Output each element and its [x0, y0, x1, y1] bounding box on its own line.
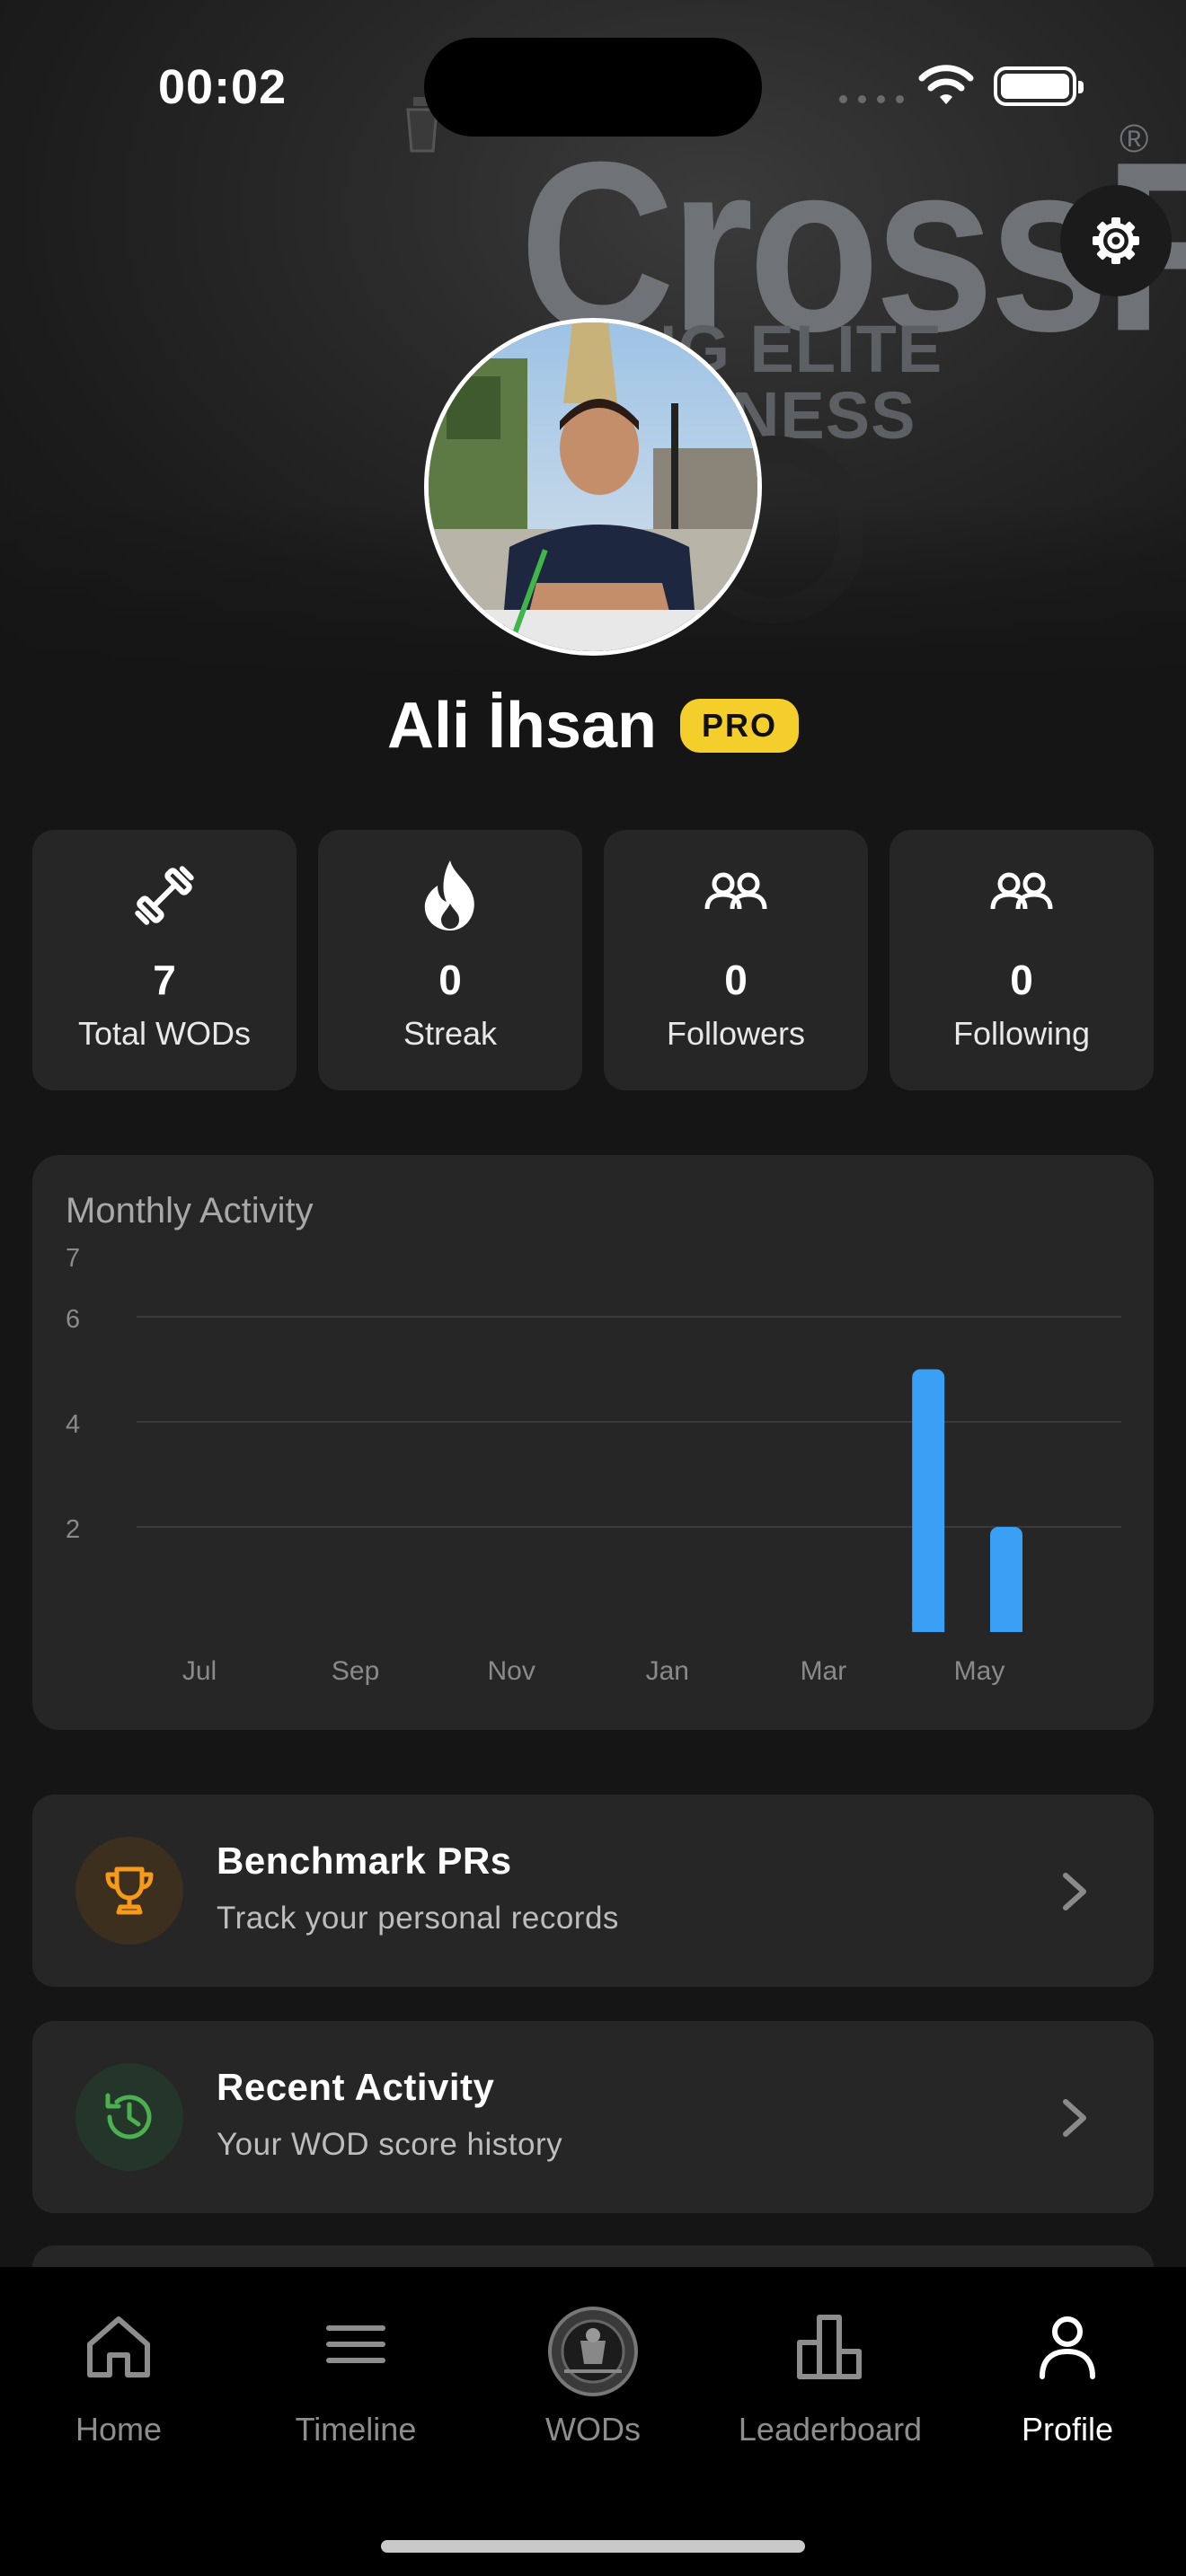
x-tick-label: Nov [488, 1656, 535, 1686]
x-tick-label: Mar [801, 1656, 847, 1686]
bottom-tab-bar: Home Timeline WODs Leaderboard Profile [0, 2267, 1186, 2576]
tab-label: Timeline [295, 2411, 417, 2448]
flame-icon [424, 860, 474, 931]
dynamic-island [424, 38, 762, 137]
stat-followers[interactable]: 0 Followers [604, 830, 868, 1090]
menu-title: Recent Activity [217, 2066, 495, 2108]
stat-label: Followers [666, 1015, 806, 1052]
profile-name-row: Ali İhsan PRO [0, 688, 1186, 763]
person-icon [1040, 2316, 1095, 2379]
stat-value: 0 [1010, 957, 1033, 1003]
trophy-icon [105, 1866, 154, 1915]
tab-wods[interactable]: WODs [474, 2267, 712, 2474]
activity-bar-base [912, 1623, 945, 1632]
battery-icon [994, 66, 1084, 106]
x-tick-label: Sep [332, 1656, 379, 1686]
menu-icon-circle [75, 2063, 183, 2171]
chevron-right-icon [1063, 1873, 1086, 1910]
dumbbell-icon [135, 866, 194, 925]
menu-subtitle: Track your personal records [217, 1901, 619, 1936]
menu-icon-circle [75, 1837, 183, 1945]
x-tick-label: Jan [646, 1656, 689, 1686]
x-tick-label: May [954, 1656, 1005, 1686]
monthly-activity-card: Monthly Activity 7 6 4 2 Jul Sep Nov Jan Mar May [32, 1155, 1154, 1730]
bar-chart-icon [797, 2315, 862, 2379]
stat-value: 0 [438, 957, 462, 1003]
chevron-right-icon [1063, 2099, 1086, 2137]
stat-label: Total WODs [77, 1015, 252, 1052]
status-time: 00:02 [158, 60, 288, 114]
tab-profile[interactable]: Profile [949, 2267, 1186, 2474]
menu-subtitle: Your WOD score history [217, 2127, 563, 2162]
tab-leaderboard[interactable]: Leaderboard [712, 2267, 949, 2474]
tab-label: WODs [545, 2411, 641, 2448]
avatar-photo [429, 322, 757, 651]
stat-label: Following [952, 1015, 1091, 1052]
y-tick-label: 4 [66, 1410, 80, 1439]
home-icon [87, 2316, 150, 2378]
tab-label: Leaderboard [738, 2411, 923, 2448]
y-tick-label: 2 [66, 1515, 80, 1544]
y-tick-label: 7 [66, 1244, 80, 1273]
tab-label: Home [75, 2411, 163, 2448]
stats-row: 7 Total WODs 0 Streak 0 Followers 0 Foll… [32, 830, 1154, 1090]
avatar[interactable] [424, 318, 762, 656]
signal-icon [839, 95, 904, 103]
stat-value: 0 [724, 957, 748, 1003]
wifi-icon [918, 65, 974, 104]
tab-timeline[interactable]: Timeline [237, 2267, 474, 2474]
recent-activity-card[interactable]: Recent Activity Your WOD score history [32, 2021, 1154, 2213]
home-indicator [381, 2540, 805, 2553]
x-tick-label: Jul [182, 1656, 217, 1686]
stat-total-wods[interactable]: 7 Total WODs [32, 830, 296, 1090]
tab-label: Profile [1021, 2411, 1114, 2448]
y-tick-label: 6 [66, 1305, 80, 1334]
tab-home[interactable]: Home [0, 2267, 237, 2474]
menu-title: Benchmark PRs [217, 1839, 512, 1882]
stat-streak[interactable]: 0 Streak [318, 830, 582, 1090]
stat-value: 7 [153, 957, 176, 1003]
activity-bar-apr[interactable] [912, 1369, 945, 1633]
monthly-activity-chart: 7 6 4 2 Jul Sep Nov Jan Mar May [66, 1244, 1121, 1686]
activity-bar-base [990, 1623, 1022, 1632]
benchmark-prs-card[interactable]: Benchmark PRs Track your personal record… [32, 1795, 1154, 1987]
activity-bar-may[interactable] [990, 1527, 1022, 1632]
stat-following[interactable]: 0 Following [890, 830, 1154, 1090]
menu-lines-icon [326, 2325, 385, 2363]
stat-label: Streak [403, 1015, 498, 1052]
settings-button[interactable] [1060, 185, 1172, 296]
club-logo-icon [548, 2307, 638, 2396]
pro-badge: PRO [680, 699, 800, 753]
registered-mark: ® [1120, 117, 1149, 161]
people-icon [704, 872, 767, 910]
history-icon [105, 2093, 152, 2139]
people-icon [990, 872, 1053, 910]
gear-icon [1093, 217, 1139, 264]
profile-name: Ali İhsan [386, 690, 658, 762]
